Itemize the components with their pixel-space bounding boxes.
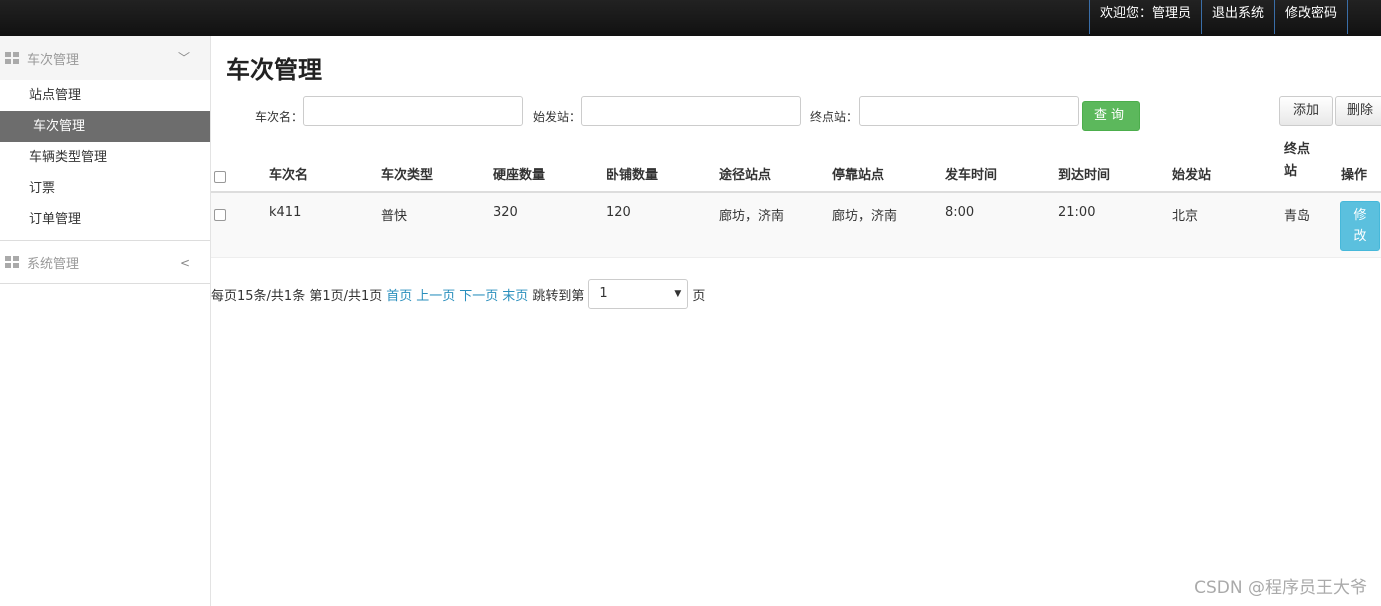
caret-down-icon: ▼ [674, 289, 682, 299]
start-station-input[interactable] [581, 96, 801, 126]
col-actions: 操作 [1341, 168, 1368, 183]
top-navbar: 欢迎您：管理员 退出系统 修改密码 [0, 0, 1381, 36]
grid-icon [5, 52, 19, 64]
pager-first-link[interactable]: 首页 [386, 285, 412, 304]
edit-button[interactable]: 修改 [1340, 201, 1380, 251]
col-stop-stations: 停靠站点 [832, 168, 885, 183]
sidebar-group-label: 系统管理 [27, 256, 80, 272]
cell-depart-time: 8:00 [945, 205, 975, 220]
pager-next-link[interactable]: 下一页 [459, 285, 498, 304]
end-station-input[interactable] [859, 96, 1079, 126]
cell-train-type: 普快 [381, 209, 408, 224]
edit-button-label: 修改 [1353, 208, 1367, 244]
pagination: 每页15条/共1条 第1页/共1页 首页 上一页 下一页 末页 跳转到第 1 ▼… [211, 279, 705, 309]
col-via-stations: 途径站点 [719, 168, 772, 183]
sidebar: 车次管理 ﹀ 站点管理 车次管理 车辆类型管理 订票 订单管理 系统管理 < [0, 36, 211, 606]
sidebar-item-trains[interactable]: 车次管理 [0, 111, 210, 142]
table-row: k411 普快 320 120 廊坊，济南 廊坊，济南 8:00 21:00 北… [211, 193, 1381, 258]
col-hard-seats: 硬座数量 [493, 168, 546, 183]
page-title: 车次管理 [226, 56, 322, 84]
search-form: 车次名： 始发站： 终点站： 查询 添加 删除 [211, 96, 1381, 136]
change-password-link[interactable]: 修改密码 [1273, 0, 1348, 34]
pager-last-link[interactable]: 末页 [502, 285, 528, 304]
add-button[interactable]: 添加 [1279, 96, 1333, 126]
grid-icon [5, 256, 19, 268]
page-select-value: 1 [599, 286, 608, 301]
cell-start-station: 北京 [1172, 209, 1199, 224]
cell-hard-seats: 320 [493, 205, 518, 220]
table-header: 车次名 车次类型 硬座数量 卧铺数量 途径站点 停靠站点 发车时间 到达时间 始… [211, 141, 1381, 193]
logout-link[interactable]: 退出系统 [1200, 0, 1274, 34]
chevron-down-icon: ﹀ [177, 51, 190, 65]
end-station-label: 终点站： [810, 110, 859, 124]
cell-train-name: k411 [269, 205, 302, 220]
chevron-left-icon: < [179, 256, 190, 270]
page-select[interactable]: 1 ▼ [588, 279, 689, 309]
start-station-label: 始发站： [533, 110, 582, 124]
pager-summary: 每页15条/共1条 第1页/共1页 [211, 288, 383, 304]
cell-stop-stations: 廊坊，济南 [832, 209, 898, 224]
col-depart-time: 发车时间 [945, 168, 998, 183]
col-start-station: 始发站 [1172, 168, 1212, 183]
train-name-label: 车次名： [255, 110, 304, 124]
cell-via-stations: 廊坊，济南 [719, 209, 785, 224]
train-table: 车次名 车次类型 硬座数量 卧铺数量 途径站点 停靠站点 发车时间 到达时间 始… [211, 141, 1381, 258]
cell-end-station: 青岛 [1284, 209, 1311, 224]
main-content: 车次管理 车次名： 始发站： 终点站： 查询 添加 删除 车次名 车次类型 硬座… [211, 36, 1381, 606]
row-checkbox[interactable] [214, 209, 226, 221]
sidebar-item-orders[interactable]: 订单管理 [0, 204, 210, 235]
col-sleepers: 卧铺数量 [606, 168, 659, 183]
pager-jump-label: 跳转到第 [532, 288, 585, 304]
train-name-input[interactable] [303, 96, 523, 126]
sidebar-group-label: 车次管理 [27, 52, 80, 68]
watermark: CSDN @程序员王大爷 [1194, 578, 1367, 598]
top-links: 欢迎您：管理员 退出系统 修改密码 [1088, 0, 1348, 34]
query-button[interactable]: 查询 [1082, 101, 1140, 131]
col-train-name: 车次名 [269, 168, 309, 183]
sidebar-item-vehicle-types[interactable]: 车辆类型管理 [0, 142, 210, 173]
delete-button[interactable]: 删除 [1335, 96, 1381, 126]
col-train-type: 车次类型 [381, 168, 434, 183]
pager-page-suffix: 页 [692, 288, 706, 304]
sidebar-item-booking[interactable]: 订票 [0, 173, 210, 204]
cell-arrive-time: 21:00 [1058, 205, 1096, 220]
col-arrive-time: 到达时间 [1058, 168, 1111, 183]
sidebar-item-stations[interactable]: 站点管理 [0, 80, 210, 111]
cell-sleepers: 120 [606, 205, 631, 220]
sidebar-group-system[interactable]: 系统管理 < [0, 240, 210, 284]
pager-prev-link[interactable]: 上一页 [416, 285, 455, 304]
sidebar-group-train[interactable]: 车次管理 ﹀ [0, 36, 210, 80]
welcome-user[interactable]: 欢迎您：管理员 [1088, 0, 1201, 34]
select-all-checkbox[interactable] [214, 171, 226, 183]
col-end-station: 终点站 [1284, 142, 1311, 179]
